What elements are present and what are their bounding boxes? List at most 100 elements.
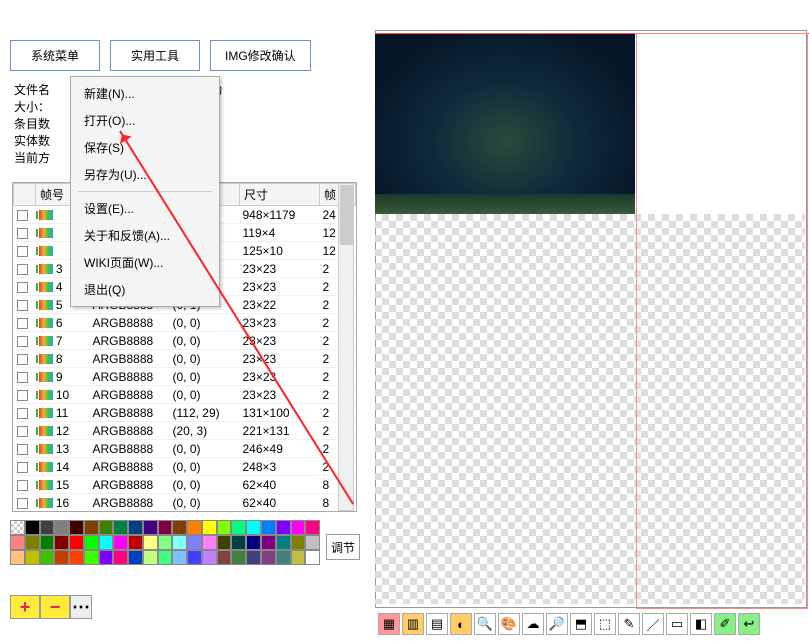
palette-swatch[interactable] — [25, 520, 40, 535]
checkbox[interactable] — [17, 282, 28, 293]
palette-swatch[interactable] — [202, 520, 217, 535]
checkbox[interactable] — [17, 264, 28, 275]
checkbox[interactable] — [17, 408, 28, 419]
palette-swatch[interactable] — [217, 520, 232, 535]
checkbox[interactable] — [17, 210, 28, 221]
menu-saveas[interactable]: 另存为(U)... — [74, 161, 216, 188]
palette-swatch[interactable] — [187, 550, 202, 565]
tool-cat[interactable]: ◐ — [450, 613, 472, 635]
palette-swatch[interactable] — [25, 550, 40, 565]
checkbox[interactable] — [17, 498, 28, 509]
palette-swatch[interactable] — [172, 550, 187, 565]
menu-save[interactable]: 保存(S) — [74, 134, 216, 161]
tool-eraser[interactable]: ☁ — [522, 613, 544, 635]
menu-exit[interactable]: 退出(Q) — [74, 276, 216, 303]
table-row[interactable]: 8 ARGB8888(0, 0)23×232 — [14, 350, 356, 368]
tool-find[interactable]: 🔍 — [474, 613, 496, 635]
tool-pen2[interactable]: ✐ — [714, 613, 736, 635]
table-row[interactable]: 15 ARGB8888(0, 0)62×408 — [14, 476, 356, 494]
palette-swatch[interactable] — [231, 550, 246, 565]
palette-swatch[interactable] — [276, 550, 291, 565]
palette-swatch[interactable] — [84, 535, 99, 550]
palette-swatch[interactable] — [187, 535, 202, 550]
palette-swatch[interactable] — [113, 550, 128, 565]
menu-new[interactable]: 新建(N)... — [74, 80, 216, 107]
system-menu-button[interactable]: 系统菜单 — [10, 40, 100, 71]
palette-swatch[interactable] — [291, 535, 306, 550]
palette-swatch[interactable] — [217, 535, 232, 550]
table-row[interactable]: 6 ARGB8888(0, 0)23×232 — [14, 314, 356, 332]
tool-rect[interactable]: ▭ — [666, 613, 688, 635]
palette-swatch[interactable] — [69, 520, 84, 535]
palette-swatch[interactable] — [217, 550, 232, 565]
checkbox[interactable] — [17, 336, 28, 347]
palette-swatch[interactable] — [305, 550, 320, 565]
palette-swatch[interactable] — [261, 520, 276, 535]
palette-swatch[interactable] — [54, 550, 69, 565]
palette-swatch[interactable] — [128, 520, 143, 535]
palette-swatch[interactable] — [128, 550, 143, 565]
checkbox[interactable] — [17, 462, 28, 473]
table-row[interactable]: 13 ARGB8888(0, 0)246×492 — [14, 440, 356, 458]
palette-swatch[interactable] — [261, 535, 276, 550]
palette-swatch[interactable] — [305, 535, 320, 550]
tool-palette[interactable]: 🎨 — [498, 613, 520, 635]
palette-swatch[interactable] — [231, 535, 246, 550]
palette-swatch[interactable] — [99, 520, 114, 535]
tool-pen[interactable]: ✎ — [618, 613, 640, 635]
tools-button[interactable]: 实用工具 — [110, 40, 200, 71]
palette-minus[interactable]: − — [40, 595, 70, 619]
color-palette[interactable] — [10, 520, 320, 565]
palette-extra[interactable]: ⋯ — [70, 595, 92, 619]
palette-swatch[interactable] — [172, 520, 187, 535]
palette-swatch[interactable] — [261, 550, 276, 565]
checkbox[interactable] — [17, 444, 28, 455]
table-scrollbar[interactable] — [338, 183, 354, 511]
tool-erase2[interactable]: ◧ — [690, 613, 712, 635]
table-row[interactable]: 16 ARGB8888(0, 0)62×408 — [14, 494, 356, 512]
checkbox[interactable] — [17, 390, 28, 401]
tool-row[interactable]: ▤ — [426, 613, 448, 635]
palette-swatch[interactable] — [84, 550, 99, 565]
menu-settings[interactable]: 设置(E)... — [74, 195, 216, 222]
palette-plus[interactable]: + — [10, 595, 40, 619]
palette-swatch[interactable] — [158, 535, 173, 550]
checkbox[interactable] — [17, 372, 28, 383]
table-row[interactable]: 11 ARGB8888(112, 29)131×1002 — [14, 404, 356, 422]
checkbox[interactable] — [17, 228, 28, 239]
palette-swatch[interactable] — [54, 520, 69, 535]
palette-swatch[interactable] — [10, 550, 25, 565]
palette-swatch[interactable] — [99, 535, 114, 550]
palette-swatch[interactable] — [143, 520, 158, 535]
palette-swatch[interactable] — [276, 520, 291, 535]
palette-swatch[interactable] — [172, 535, 187, 550]
checkbox[interactable] — [17, 480, 28, 491]
palette-swatch[interactable] — [246, 520, 261, 535]
palette-swatch[interactable] — [10, 520, 25, 535]
palette-swatch[interactable] — [69, 535, 84, 550]
checkbox[interactable] — [17, 318, 28, 329]
tool-crop[interactable]: ⬚ — [594, 613, 616, 635]
tool-crop-in[interactable]: ⬒ — [570, 613, 592, 635]
palette-swatch[interactable] — [40, 535, 55, 550]
palette-swatch[interactable] — [113, 535, 128, 550]
palette-swatch[interactable] — [202, 550, 217, 565]
palette-swatch[interactable] — [143, 535, 158, 550]
palette-swatch[interactable] — [54, 535, 69, 550]
palette-swatch[interactable] — [202, 535, 217, 550]
table-row[interactable]: 10 ARGB8888(0, 0)23×232 — [14, 386, 356, 404]
palette-swatch[interactable] — [246, 550, 261, 565]
palette-swatch[interactable] — [69, 550, 84, 565]
palette-swatch[interactable] — [99, 550, 114, 565]
palette-swatch[interactable] — [25, 535, 40, 550]
palette-swatch[interactable] — [187, 520, 202, 535]
palette-swatch[interactable] — [158, 520, 173, 535]
palette-swatch[interactable] — [246, 535, 261, 550]
palette-swatch[interactable] — [128, 535, 143, 550]
palette-swatch[interactable] — [84, 520, 99, 535]
palette-swatch[interactable] — [276, 535, 291, 550]
tool-edit[interactable]: ／ — [642, 613, 664, 635]
tool-grid[interactable]: ▦ — [378, 613, 400, 635]
tool-back[interactable]: ↩ — [738, 613, 760, 635]
palette-swatch[interactable] — [305, 520, 320, 535]
